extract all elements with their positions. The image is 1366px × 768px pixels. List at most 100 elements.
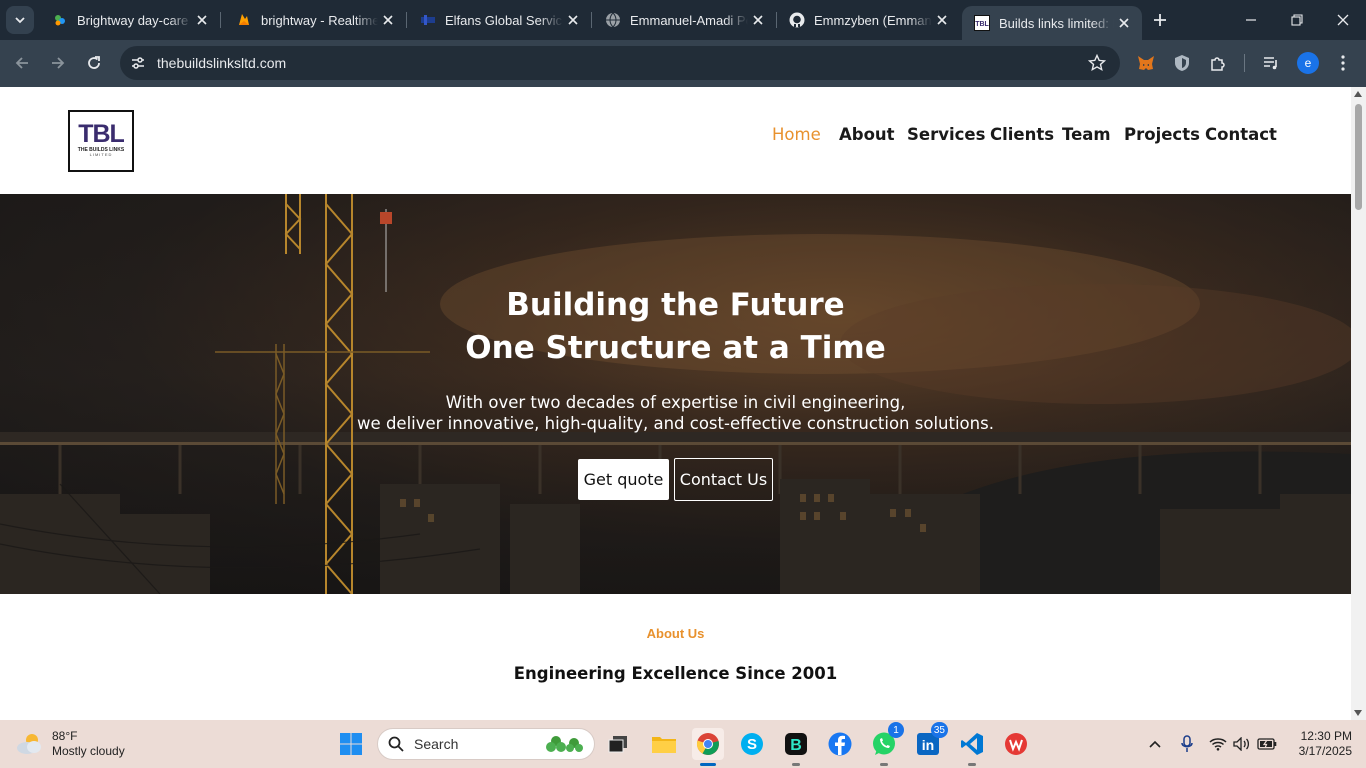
kebab-menu-icon — [1341, 55, 1345, 71]
browser-tab[interactable]: brightway - Realtime Dat — [224, 0, 407, 40]
browser-tab[interactable]: Elfans Global Services — [408, 0, 592, 40]
extensions-puzzle-icon[interactable] — [1207, 52, 1229, 74]
minimize-icon — [1246, 19, 1256, 21]
reload-button[interactable] — [81, 50, 107, 76]
globe-icon — [605, 12, 621, 28]
back-button[interactable] — [9, 50, 35, 76]
skype-taskbar-button[interactable]: S — [736, 728, 768, 760]
nav-link-clients[interactable]: Clients — [990, 125, 1054, 144]
wps-office-icon — [1005, 733, 1027, 755]
microphone-tray-button[interactable] — [1175, 732, 1199, 756]
tbl-favicon-icon: TBL — [974, 15, 990, 31]
system-clock[interactable]: 12:30 PM 3/17/2025 — [1282, 729, 1352, 759]
profile-avatar[interactable]: e — [1297, 52, 1319, 74]
task-view-icon — [608, 736, 627, 753]
tab-search-dropdown[interactable] — [6, 6, 34, 34]
hero-title-line-2: One Structure at a Time — [465, 330, 886, 366]
wifi-tray-button[interactable] — [1206, 732, 1230, 756]
svg-text:S: S — [747, 736, 757, 753]
nav-link-about[interactable]: About — [839, 125, 895, 144]
start-button[interactable] — [335, 728, 367, 760]
battery-tray-button[interactable] — [1255, 732, 1279, 756]
new-tab-button[interactable] — [1148, 8, 1172, 32]
bitdefender-taskbar-button[interactable]: B — [780, 728, 812, 766]
microphone-icon — [1181, 735, 1193, 752]
running-indicator — [700, 763, 716, 766]
facebook-taskbar-button[interactable] — [824, 728, 856, 760]
scroll-down-arrow-icon[interactable] — [1354, 710, 1362, 716]
browser-toolbar: thebuildslinksltd.com e — [0, 40, 1366, 87]
running-indicator — [880, 763, 888, 766]
scrollbar-thumb[interactable] — [1355, 104, 1362, 210]
running-indicator — [792, 763, 800, 766]
browser-tab-strip: Brightway day-care and brightway - Realt… — [0, 0, 1366, 40]
browser-tab[interactable]: Brightway day-care and — [40, 0, 221, 40]
search-icon — [388, 736, 404, 752]
chevron-down-icon — [15, 17, 25, 24]
bookmark-star-icon[interactable] — [1088, 54, 1106, 72]
site-header: TBL THE BUILDS LINKS LIMITED Home About … — [0, 87, 1351, 194]
close-tab-icon[interactable] — [563, 10, 583, 30]
skype-icon: S — [741, 733, 763, 755]
show-hidden-icons-button[interactable] — [1143, 732, 1167, 756]
chevron-up-icon — [1149, 740, 1161, 748]
restore-icon — [1291, 14, 1303, 26]
nav-link-home[interactable]: Home — [772, 125, 821, 144]
logo-sub: LIMITED — [89, 152, 113, 157]
file-explorer-button[interactable] — [648, 728, 680, 760]
site-logo[interactable]: TBL THE BUILDS LINKS LIMITED — [68, 110, 134, 172]
web-page: TBL THE BUILDS LINKS LIMITED Home About … — [0, 87, 1351, 720]
wps-office-taskbar-button[interactable] — [1000, 728, 1032, 760]
shield-extension-icon[interactable] — [1171, 52, 1193, 74]
svg-text:B: B — [790, 737, 802, 754]
firebase-favicon-icon — [236, 12, 252, 28]
restore-button[interactable] — [1274, 0, 1320, 40]
nav-link-projects[interactable]: Projects — [1124, 125, 1200, 144]
tab-separator — [220, 12, 221, 28]
close-tab-icon[interactable] — [378, 10, 398, 30]
clock-date: 3/17/2025 — [1298, 744, 1352, 758]
tab-title: Emmanuel-Amadi Portfolio — [630, 12, 748, 28]
browser-tab[interactable]: Emmzyben (Emmanuel — [777, 0, 960, 40]
media-controls-icon[interactable] — [1260, 52, 1282, 74]
minimize-button[interactable] — [1228, 0, 1274, 40]
task-view-button[interactable] — [602, 728, 634, 760]
get-quote-button[interactable]: Get quote — [578, 459, 669, 500]
github-icon — [789, 12, 805, 28]
windows-taskbar: 88°F Mostly cloudy Search S B 1 in 35 12… — [0, 720, 1366, 768]
weather-widget[interactable]: 88°F Mostly cloudy — [14, 728, 125, 760]
close-tab-icon[interactable] — [192, 10, 212, 30]
volume-tray-button[interactable] — [1230, 732, 1254, 756]
close-window-button[interactable] — [1320, 0, 1366, 40]
page-scrollbar[interactable] — [1351, 87, 1366, 720]
site-settings-icon[interactable] — [128, 53, 148, 73]
speaker-icon — [1233, 737, 1250, 751]
whatsapp-taskbar-button[interactable]: 1 — [868, 722, 904, 766]
contact-us-button[interactable]: Contact Us — [674, 458, 773, 501]
browser-menu-button[interactable] — [1332, 52, 1354, 74]
forward-button[interactable] — [45, 50, 71, 76]
linkedin-taskbar-button[interactable]: in 35 — [912, 722, 948, 760]
browser-tab[interactable]: Emmanuel-Amadi Portfolio — [593, 0, 777, 40]
close-tab-icon[interactable] — [748, 10, 768, 30]
url-text: thebuildslinksltd.com — [157, 55, 287, 71]
vscode-taskbar-button[interactable] — [956, 728, 988, 766]
folder-icon — [652, 737, 676, 753]
scroll-up-arrow-icon[interactable] — [1354, 91, 1362, 97]
browser-tab-active[interactable]: TBL Builds links limited: Bu — [962, 6, 1142, 40]
close-tab-icon[interactable] — [1114, 13, 1134, 33]
tab-title: Brightway day-care and — [77, 12, 192, 28]
tab-separator — [591, 12, 592, 28]
plus-icon — [1154, 14, 1166, 26]
cloudy-weather-icon — [17, 734, 41, 754]
nav-link-services[interactable]: Services — [907, 125, 985, 144]
nav-link-contact[interactable]: Contact — [1205, 125, 1277, 144]
close-tab-icon[interactable] — [932, 10, 952, 30]
logo-mark: TBL — [78, 120, 125, 148]
metamask-extension-icon[interactable] — [1135, 52, 1157, 74]
nav-link-team[interactable]: Team — [1062, 125, 1111, 144]
address-bar[interactable]: thebuildslinksltd.com — [120, 46, 1120, 80]
taskbar-search-box[interactable]: Search — [377, 728, 595, 760]
chrome-taskbar-button[interactable] — [692, 728, 724, 766]
about-section-label: About Us — [646, 626, 705, 641]
